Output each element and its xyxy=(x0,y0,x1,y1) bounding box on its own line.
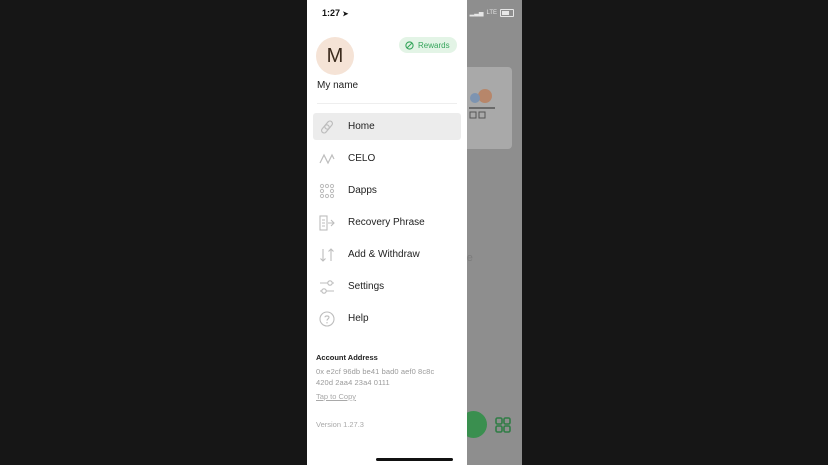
nav-item-home[interactable]: Home xyxy=(313,113,461,140)
dots-grid-icon xyxy=(319,183,335,198)
avatar-initial: M xyxy=(326,44,344,67)
account-address-line-1[interactable]: 0x e2cf 96db be41 bad0 aef0 8c8c xyxy=(316,367,434,376)
avatar[interactable]: M xyxy=(316,37,354,75)
signal-icon: ▂▃▅ xyxy=(469,10,484,17)
nav-item-dapps[interactable]: Dapps xyxy=(313,177,461,204)
wave-icon xyxy=(319,153,335,164)
recovery-phrase-icon xyxy=(319,214,335,231)
nav-label-dapps: Dapps xyxy=(348,185,377,196)
network-label: LTE xyxy=(486,10,497,16)
home-indicator[interactable] xyxy=(376,458,453,461)
nav-item-add-withdraw[interactable]: Add & Withdraw xyxy=(313,241,461,268)
grid-icon xyxy=(495,417,511,433)
account-address-title: Account Address xyxy=(316,353,378,362)
background-illustration-icon xyxy=(469,89,495,119)
rewards-label: Rewards xyxy=(418,40,450,50)
nav-label-recovery-phrase: Recovery Phrase xyxy=(348,217,425,228)
nav-item-settings[interactable]: Settings xyxy=(313,273,461,300)
nav-label-celo: CELO xyxy=(348,153,376,164)
nav-label-home: Home xyxy=(348,121,375,132)
navigation-drawer: 1:27 ➤ M Rewards My name Home CELO Dapps… xyxy=(307,0,467,465)
up-down-arrows-icon xyxy=(320,247,334,262)
nav-item-celo[interactable]: CELO xyxy=(313,145,461,172)
status-bar-right: ▂▃▅ LTE xyxy=(470,9,514,17)
nav-label-help: Help xyxy=(348,313,369,324)
app-version: Version 1.27.3 xyxy=(316,420,364,429)
battery-icon xyxy=(500,9,514,17)
nav-item-recovery-phrase[interactable]: Recovery Phrase xyxy=(313,209,461,236)
tap-to-copy-link[interactable]: Tap to Copy xyxy=(316,392,356,401)
divider xyxy=(317,103,457,104)
location-arrow-icon: ➤ xyxy=(342,11,349,18)
account-address-line-2[interactable]: 420d 2aa4 23a4 0111 xyxy=(316,378,390,387)
phone-screen: ere ▂▃▅ LTE 1:27 ➤ M Rewards My name xyxy=(307,0,522,465)
status-time: 1:27 ➤ xyxy=(322,8,349,18)
sliders-icon xyxy=(320,279,334,294)
rewards-icon xyxy=(405,40,414,50)
profile-name[interactable]: My name xyxy=(317,80,358,91)
help-icon xyxy=(319,310,335,327)
link-icon xyxy=(321,119,333,134)
nav-item-help[interactable]: Help xyxy=(313,305,461,332)
nav-label-add-withdraw: Add & Withdraw xyxy=(348,249,420,260)
nav-label-settings: Settings xyxy=(348,281,385,292)
rewards-button[interactable]: Rewards xyxy=(399,37,457,53)
